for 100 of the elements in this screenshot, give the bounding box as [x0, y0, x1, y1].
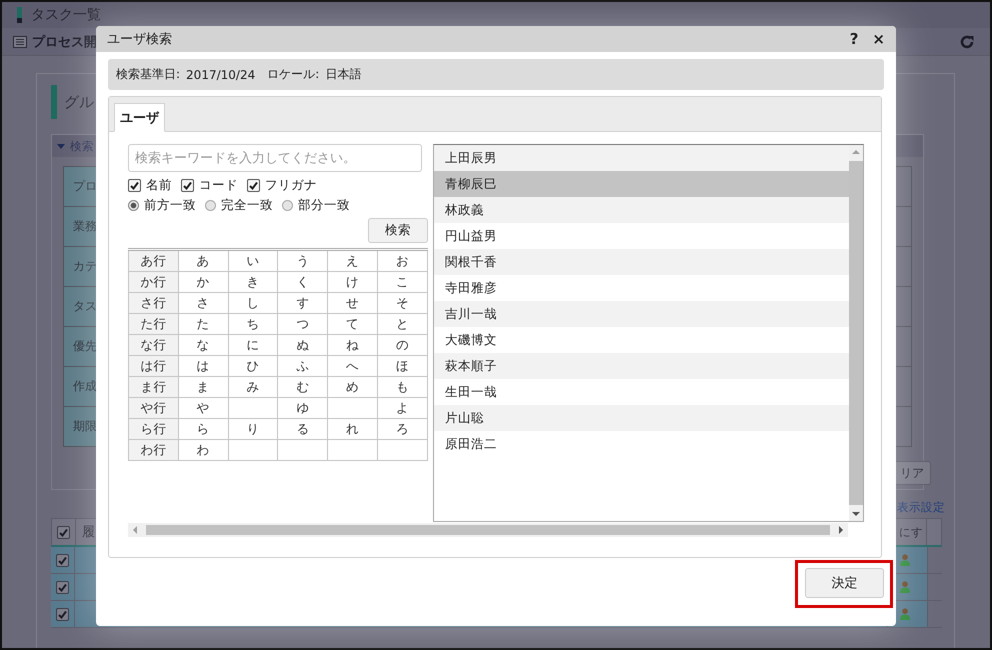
kana-cell[interactable]: む — [278, 376, 328, 398]
kana-cell[interactable]: の — [378, 334, 428, 356]
section-title: グル — [64, 92, 94, 112]
kana-cell[interactable]: と — [378, 314, 428, 334]
kana-cell[interactable]: き — [228, 272, 278, 292]
refresh-icon[interactable] — [960, 34, 974, 48]
kana-cell[interactable]: ろ — [378, 418, 428, 440]
tab[interactable]: ユーザ — [114, 103, 165, 132]
search-field[interactable]: 検索キーワードを入力してください。 — [128, 144, 422, 172]
kana-cell[interactable]: わ — [178, 440, 228, 460]
kana-cell[interactable]: お — [378, 250, 428, 272]
form-label: 優先 — [73, 338, 97, 355]
vertical-scrollbar[interactable] — [849, 145, 863, 521]
kana-row-header[interactable]: は行 — [128, 356, 178, 376]
kana-cell[interactable]: よ — [378, 398, 428, 418]
list-item[interactable]: 吉川一哉 — [434, 301, 849, 327]
list-item[interactable]: 萩本順子 — [434, 353, 849, 379]
kana-cell[interactable]: そ — [378, 292, 428, 314]
kana-cell[interactable]: く — [278, 272, 328, 292]
radio-label: 部分一致 — [298, 196, 350, 214]
form-label: プロ — [73, 178, 97, 195]
kana-cell[interactable]: あ — [178, 250, 228, 272]
checkbox[interactable] — [128, 178, 141, 192]
kana-row-header[interactable]: あ行 — [128, 250, 178, 272]
kana-cell[interactable]: い — [228, 250, 278, 272]
kana-row-header[interactable]: た行 — [128, 314, 178, 334]
kana-cell[interactable]: た — [178, 314, 228, 334]
kana-row-header[interactable]: さ行 — [128, 292, 178, 314]
kana-cell[interactable]: か — [178, 272, 228, 292]
checkbox[interactable] — [56, 554, 69, 566]
kana-cell[interactable]: に — [228, 334, 278, 356]
kana-cell[interactable]: る — [278, 418, 328, 440]
radio-button[interactable] — [282, 200, 293, 210]
close-button[interactable]: × — [872, 30, 885, 48]
kana-cell[interactable]: え — [328, 250, 378, 272]
kana-cell[interactable]: さ — [178, 292, 228, 314]
kana-cell[interactable]: ま — [178, 376, 228, 398]
kana-cell[interactable]: せ — [328, 292, 378, 314]
title-marker — [17, 7, 22, 23]
radio-label: 完全一致 — [221, 196, 273, 214]
kana-cell[interactable]: れ — [328, 418, 378, 440]
help-button[interactable]: ? — [850, 30, 858, 48]
kana-row-header[interactable]: な行 — [128, 334, 178, 356]
list-item[interactable]: 片山聡 — [434, 405, 849, 431]
page-title: タスク一覧 — [31, 6, 101, 24]
radio-label: 前方一致 — [144, 196, 196, 214]
kana-row-header[interactable]: や行 — [128, 398, 178, 418]
radio-button[interactable] — [128, 200, 139, 210]
kana-cell[interactable]: ち — [228, 314, 278, 334]
kana-cell[interactable]: ひ — [228, 356, 278, 376]
kana-cell[interactable]: ゆ — [278, 398, 328, 418]
list-item[interactable]: 上田辰男 — [434, 145, 849, 171]
kana-row-header[interactable]: ら行 — [128, 418, 178, 440]
person-icon — [900, 581, 910, 593]
search-button[interactable]: 検索 — [368, 218, 428, 243]
kana-cell[interactable]: つ — [278, 314, 328, 334]
checkbox[interactable] — [181, 178, 194, 192]
info-value: 日本語 — [325, 66, 362, 83]
kana-row-header[interactable]: か行 — [128, 272, 178, 292]
info-label: ロケール: — [267, 66, 320, 83]
list-item[interactable]: 青柳辰巳 — [434, 171, 849, 197]
title-marker — [51, 85, 57, 119]
list-item[interactable]: 林政義 — [434, 197, 849, 223]
person-icon — [900, 554, 910, 566]
kana-cell[interactable]: こ — [378, 272, 428, 292]
kana-row-header[interactable]: わ行 — [128, 440, 178, 460]
kana-cell[interactable]: や — [178, 398, 228, 418]
checkbox[interactable] — [56, 608, 69, 620]
form-label: カテ — [73, 258, 97, 275]
kana-cell[interactable]: し — [228, 292, 278, 314]
kana-cell[interactable]: ふ — [278, 356, 328, 376]
kana-cell[interactable]: な — [178, 334, 228, 356]
kana-cell[interactable]: ぬ — [278, 334, 328, 356]
confirm-button[interactable]: 決定 — [805, 568, 884, 598]
form-label: タス — [73, 298, 97, 315]
list-item[interactable]: 関根千香 — [434, 249, 849, 275]
kana-cell[interactable]: す — [278, 292, 328, 314]
checkbox-label: 名前 — [146, 176, 172, 194]
kana-cell[interactable]: ね — [328, 334, 378, 356]
kana-cell[interactable]: へ — [328, 356, 378, 376]
kana-cell[interactable]: め — [328, 376, 378, 398]
horizontal-scrollbar[interactable] — [128, 523, 848, 537]
radio-button[interactable] — [205, 200, 216, 210]
kana-cell[interactable]: り — [228, 418, 278, 440]
kana-row-header[interactable]: ま行 — [128, 376, 178, 398]
person-icon — [900, 608, 910, 620]
kana-cell[interactable]: ほ — [378, 356, 428, 376]
kana-cell[interactable]: も — [378, 376, 428, 398]
kana-cell[interactable]: み — [228, 376, 278, 398]
checkbox-label: フリガナ — [265, 176, 317, 194]
kana-cell[interactable]: ら — [178, 418, 228, 440]
kana-cell[interactable]: て — [328, 314, 378, 334]
kana-cell[interactable]: は — [178, 356, 228, 376]
info-value: 2017/10/24 — [186, 68, 256, 82]
checkbox[interactable] — [247, 178, 260, 192]
form-label: 期限 — [73, 418, 97, 435]
checkbox[interactable] — [56, 580, 69, 594]
kana-cell[interactable]: う — [278, 250, 328, 272]
kana-cell[interactable]: け — [328, 272, 378, 292]
checkbox[interactable] — [57, 526, 70, 538]
